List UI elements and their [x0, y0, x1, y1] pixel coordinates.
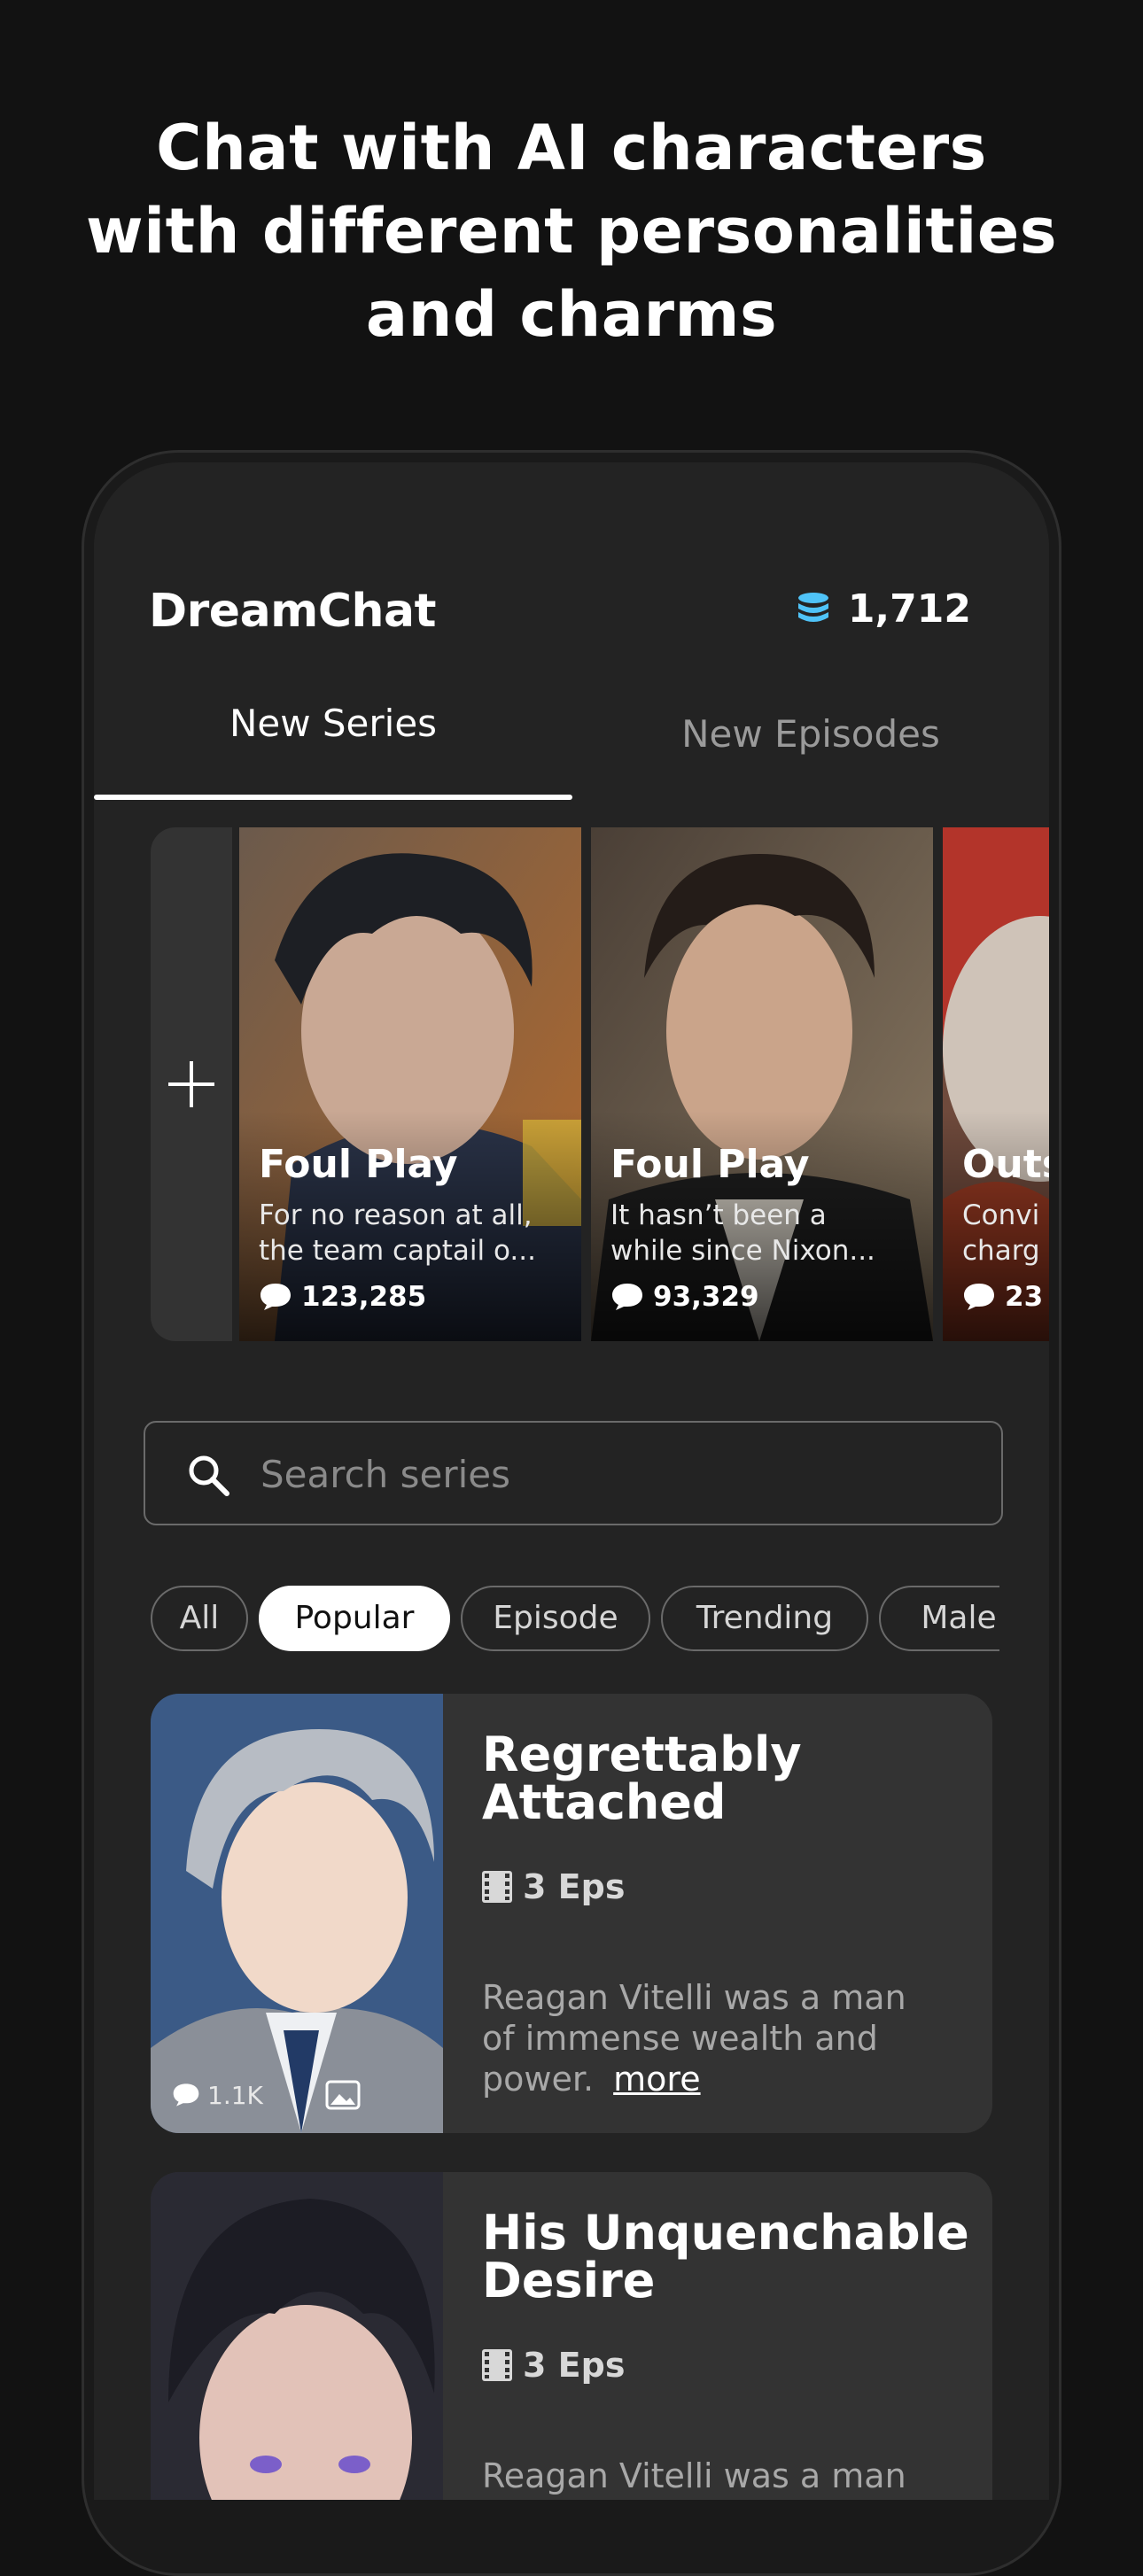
series-thumbnail-image — [151, 2172, 443, 2500]
series-title-line: Regrettably — [482, 1726, 802, 1782]
coins-stack-icon — [797, 592, 828, 622]
series-thumbnail-image — [151, 1694, 443, 2133]
search-icon — [189, 1455, 229, 1496]
filter-chip-popular[interactable]: Popular — [259, 1586, 450, 1651]
headline-line-2: with different personalities — [86, 195, 1057, 268]
app-screen: DreamChat 1,712 New Series New Episodes — [94, 462, 1049, 2500]
series-description-line: the team captail o... — [259, 1235, 536, 1267]
chat-bubble-icon — [260, 1284, 291, 1310]
search-input[interactable] — [259, 1440, 971, 1508]
series-card[interactable]: Foul Play It hasn’t been a while since N… — [591, 827, 933, 1341]
filter-chips: All Popular Episode Trending Male — [151, 1586, 999, 1657]
coin-balance[interactable]: 1,712 — [797, 586, 971, 632]
episode-count: 3 Eps — [482, 1867, 625, 1906]
series-description-text: power. — [482, 2060, 595, 2099]
chat-bubble-icon — [964, 1284, 994, 1310]
series-title-line: Desire — [482, 2253, 656, 2308]
thumbnail-meta: 1.1K — [172, 2080, 368, 2110]
filter-chip-male[interactable]: Male — [879, 1586, 999, 1651]
series-description-line: charg — [962, 1235, 1040, 1267]
series-description-line: It hasn’t been a — [610, 1199, 827, 1231]
image-icon — [325, 2080, 361, 2110]
chat-count: 23 — [962, 1281, 1043, 1313]
more-link[interactable]: more — [613, 2060, 700, 2099]
series-description: It hasn’t been a while since Nixon... — [610, 1198, 912, 1269]
episode-count-value: 3 Eps — [523, 2346, 626, 2385]
headline: Chat with AI characters with different p… — [0, 106, 1143, 356]
chat-count-value: 1.1K — [207, 2080, 263, 2110]
active-tab-indicator — [94, 795, 572, 800]
episode-count-value: 3 Eps — [523, 1867, 626, 1906]
headline-line-3: and charms — [365, 278, 778, 351]
series-description-line: Reagan Vitelli was a man — [482, 1978, 906, 2017]
app-logo: DreamChat — [149, 585, 436, 638]
plus-icon — [168, 1061, 214, 1107]
series-description-line-last: power. more — [482, 2059, 960, 2099]
new-series-carousel[interactable]: Foul Play For no reason at all, the team… — [151, 827, 1049, 1341]
series-description-line: while since Nixon... — [610, 1235, 875, 1267]
episode-count: 3 Eps — [482, 2346, 625, 2385]
series-card[interactable]: Foul Play For no reason at all, the team… — [239, 827, 581, 1341]
chat-bubble-icon — [612, 1284, 642, 1310]
series-thumbnail — [151, 2172, 443, 2500]
series-title: His Unquenchable Desire — [482, 2209, 978, 2305]
filter-chip-trending[interactable]: Trending — [661, 1586, 868, 1651]
series-description: For no reason at all, the team captail o… — [259, 1198, 560, 1269]
chat-count-value: 123,285 — [301, 1281, 427, 1313]
series-description-line: For no reason at all, — [259, 1199, 533, 1231]
film-icon — [482, 2349, 512, 2381]
headline-line-1: Chat with AI characters — [156, 112, 987, 184]
series-description-line: Reagan Vitelli was a man — [482, 2456, 906, 2495]
tab-new-episodes[interactable]: New Episodes — [572, 712, 1049, 756]
series-list-item[interactable]: 1.1K Regrettably Attached 3 Eps Reagan V — [151, 1694, 992, 2133]
search-bar[interactable] — [144, 1421, 1003, 1525]
tab-new-series[interactable]: New Series — [94, 702, 572, 745]
chat-count: 93,329 — [610, 1281, 759, 1313]
series-description-line: Convi — [962, 1199, 1040, 1231]
chat-count-value: 23 — [1005, 1281, 1044, 1313]
series-title: Outs — [962, 1142, 1049, 1187]
series-description: Convi charg — [962, 1198, 1049, 1269]
series-description-line: of immense wealth and — [482, 2019, 878, 2058]
series-title: Regrettably Attached — [482, 1731, 978, 1827]
chat-count-value: 93,329 — [653, 1281, 759, 1313]
series-title: Foul Play — [259, 1142, 458, 1187]
series-list-item[interactable]: His Unquenchable Desire 3 Eps Reagan Vit… — [151, 2172, 992, 2500]
chat-bubble-icon — [173, 2083, 199, 2107]
series-description: Reagan Vitelli was a man — [482, 2456, 960, 2496]
film-icon — [482, 1871, 512, 1903]
series-title-line: His Unquenchable — [482, 2205, 969, 2261]
add-series-card[interactable] — [151, 827, 232, 1341]
series-title-line: Attached — [482, 1774, 727, 1830]
series-thumbnail: 1.1K — [151, 1694, 443, 2133]
series-title: Foul Play — [610, 1142, 810, 1187]
filter-chip-all[interactable]: All — [151, 1586, 248, 1651]
chat-count: 123,285 — [259, 1281, 426, 1313]
series-description: Reagan Vitelli was a man of immense weal… — [482, 1977, 960, 2099]
filter-chip-episode[interactable]: Episode — [461, 1586, 650, 1651]
coin-count: 1,712 — [847, 586, 971, 632]
series-card[interactable]: Outs Convi charg 23 — [943, 827, 1049, 1341]
